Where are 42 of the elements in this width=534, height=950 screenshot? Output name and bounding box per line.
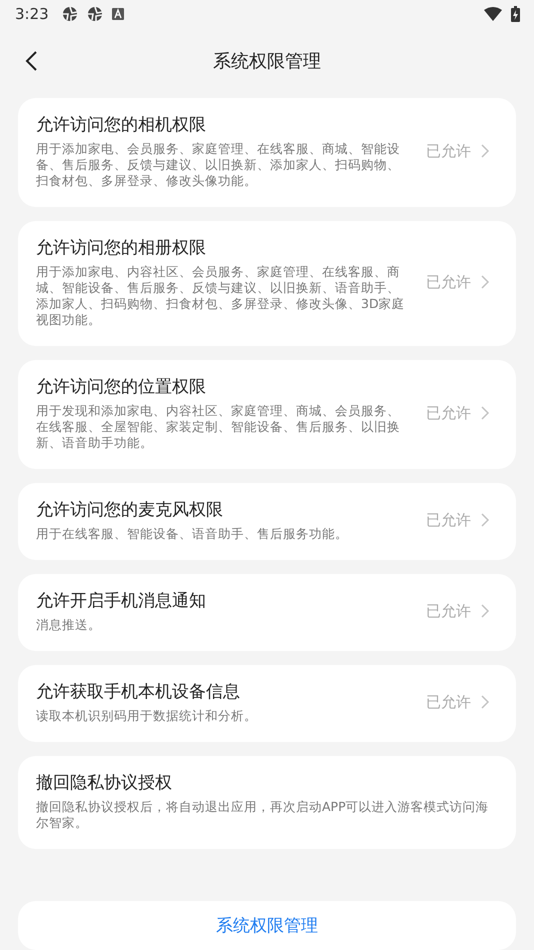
permission-description: 读取本机识别码用于数据统计和分析。 (36, 708, 258, 724)
permission-status: 已允许 (426, 510, 471, 530)
permission-card[interactable]: 允许访问您的麦克风权限 用于在线客服、智能设备、语音助手、售后服务功能。 已允许 (18, 483, 516, 560)
permission-title: 允许访问您的相机权限 (36, 114, 207, 137)
permission-card[interactable]: 允许访问您的位置权限 用于发现和添加家电、内容社区、家庭管理、商城、会员服务、在线客服、全屋智能、家装定制、智能设备、售后服务、以旧换新、语音助手功能。 已允许 (18, 360, 516, 469)
chevron-right-icon (481, 513, 490, 527)
battery-icon (511, 6, 520, 22)
chevron-right-icon (481, 406, 490, 420)
permission-title: 允许获取手机本机设备信息 (36, 681, 241, 704)
permission-title: 允许访问您的相册权限 (36, 237, 207, 260)
permission-card[interactable]: 允许获取手机本机设备信息 读取本机识别码用于数据统计和分析。 已允许 (18, 665, 516, 742)
permission-card[interactable]: 允许访问您的相机权限 用于添加家电、会员服务、家庭管理、在线客服、商城、智能设备、售后服务、反馈与建议、以旧换新、添加家人、扫码购物、扫食材包、多屏登录、修改头像功能。 已允许 (18, 98, 516, 207)
permission-description: 用于发现和添加家电、内容社区、家庭管理、商城、会员服务、在线客服、全屋智能、家装定制、智能设备、售后服务、以旧换新、语音助手功能。 (36, 403, 401, 451)
permission-card[interactable]: 允许开启手机消息通知 消息推送。 已允许 (18, 574, 516, 651)
status-time: 3:23 (15, 5, 49, 23)
permission-card[interactable]: 撤回隐私协议授权 撤回隐私协议授权后，将自动退出应用，再次启动APP可以进入游客模式访问海尔智家。 (18, 756, 516, 849)
permission-card[interactable]: 允许访问您的相册权限 用于添加家电、内容社区、会员服务、家庭管理、在线客服、商城、智能设备、售后服务、反馈与建议、以旧换新、语音助手、添加家人、扫码购物、扫食材包、多屏登录、修改头像、3D家庭视图功能。 已允许 (18, 221, 516, 346)
chevron-right-icon (481, 144, 490, 158)
keyboard-icon (112, 8, 124, 20)
permission-title: 允许访问您的位置权限 (36, 376, 207, 399)
aperture-icon (62, 6, 78, 22)
permission-description: 用于添加家电、内容社区、会员服务、家庭管理、在线客服、商城、智能设备、售后服务、反馈与建议、以旧换新、语音助手、添加家人、扫码购物、扫食材包、多屏登录、修改头像、3D家庭视图功能。 (36, 264, 406, 328)
chevron-right-icon (481, 275, 490, 289)
permission-status: 已允许 (426, 692, 471, 712)
permission-status: 已允许 (426, 404, 471, 422)
permission-title: 允许开启手机消息通知 (36, 590, 207, 613)
back-icon[interactable] (24, 50, 38, 72)
permission-description: 消息推送。 (36, 617, 102, 633)
permission-description: 用于添加家电、会员服务、家庭管理、在线客服、商城、智能设备、售后服务、反馈与建议、以旧换新、添加家人、扫码购物、扫食材包、多屏登录、修改头像功能。 (36, 141, 401, 189)
system-permission-button[interactable]: 系统权限管理 (18, 901, 516, 950)
permission-description: 用于在线客服、智能设备、语音助手、售后服务功能。 (36, 526, 349, 542)
permission-status: 已允许 (426, 272, 471, 292)
permission-status: 已允许 (426, 602, 471, 620)
wifi-icon (484, 7, 502, 21)
permission-status: 已允许 (426, 142, 471, 160)
chevron-right-icon (481, 695, 490, 709)
page-title: 系统权限管理 (213, 50, 321, 73)
permission-description: 撤回隐私协议授权后，将自动退出应用，再次启动APP可以进入游客模式访问海尔智家。 (36, 799, 490, 831)
aperture-icon (86, 6, 103, 22)
permission-title: 允许访问您的麦克风权限 (36, 499, 224, 522)
permission-title: 撤回隐私协议授权 (36, 772, 173, 795)
chevron-right-icon (481, 604, 490, 618)
